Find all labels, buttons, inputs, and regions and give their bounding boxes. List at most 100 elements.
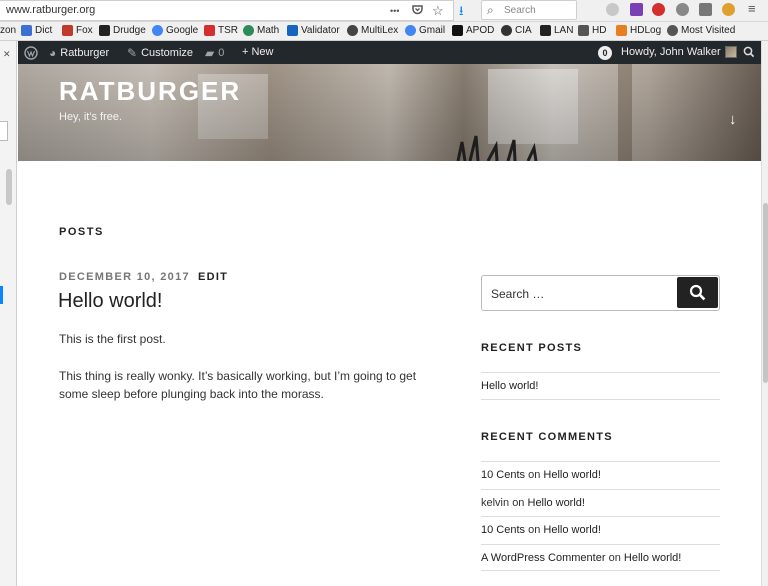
url-text[interactable]: www.ratburger.org [6, 4, 95, 16]
close-icon[interactable]: ✕ [3, 49, 11, 60]
admin-customize-link[interactable]: ✎ Customize [127, 46, 193, 60]
recent-post-link[interactable]: Hello world! [481, 380, 538, 392]
bookmark-item[interactable]: Gmail [405, 25, 445, 36]
bookmark-item[interactable]: MultiLex [347, 25, 398, 36]
post-meta: DECEMBER 10, 2017 EDIT [59, 271, 228, 283]
bookmark-item[interactable]: LAN [540, 25, 573, 36]
bookmark-item[interactable]: HDLog [616, 25, 661, 36]
admin-search-icon[interactable] [743, 46, 755, 58]
site-tagline: Hey, it's free. [59, 111, 123, 123]
recent-posts-list: Hello world! [481, 372, 720, 400]
comment-post-link[interactable]: Hello world! [543, 524, 600, 536]
drudge-favicon-icon [99, 25, 110, 36]
arrow-down-icon[interactable]: ↓ [729, 111, 737, 128]
bookmark-item[interactable]: Math [243, 25, 279, 36]
extension-gear-icon[interactable] [676, 3, 689, 16]
bookmark-item[interactable]: Most Visited [667, 25, 735, 36]
comment-bubble-icon: ▰ [205, 46, 215, 60]
bookmark-item[interactable]: Google [152, 25, 198, 36]
comment-on-text: on [528, 524, 541, 536]
sidebar-toggle-icon[interactable] [699, 3, 712, 16]
pocket-icon[interactable] [411, 3, 424, 19]
comment-post-link[interactable]: Hello world! [528, 497, 585, 509]
gmail-favicon-icon [405, 25, 416, 36]
dashboard-icon: ◕ [49, 46, 57, 60]
page-title: POSTS [59, 226, 104, 238]
admin-account-link[interactable]: Howdy, John Walker [621, 46, 737, 58]
bookmark-item[interactable]: zon [0, 25, 16, 36]
admin-new-label: + New [242, 46, 274, 58]
plant-silhouette [456, 135, 538, 161]
admin-customize-label: Customize [141, 47, 194, 59]
recent-posts-heading: RECENT POSTS [481, 342, 583, 354]
download-icon[interactable]: ⭳ [459, 2, 464, 24]
post-paragraph: This thing is really wonky. It’s basical… [59, 369, 417, 401]
bookmark-item[interactable]: TSR [204, 25, 238, 36]
math-favicon-icon [243, 25, 254, 36]
search-submit-button[interactable] [677, 277, 718, 308]
post-paragraph: This is the first post. [59, 332, 166, 346]
post-title[interactable]: Hello world! [58, 290, 162, 313]
extension-face-icon[interactable] [722, 3, 735, 16]
bookmark-item[interactable]: Drudge [99, 25, 146, 36]
browser-search-placeholder: Search [504, 5, 536, 16]
extension-purple-icon[interactable] [630, 3, 643, 16]
adblock-icon[interactable] [652, 3, 665, 16]
extension-grey-icon[interactable] [606, 3, 619, 16]
wordpress-logo-icon[interactable] [24, 46, 38, 60]
list-item: kelvin on Hello world! [481, 488, 720, 517]
search-icon [689, 284, 706, 301]
admin-site-label: Ratburger [60, 47, 110, 59]
browser-toolbar: www.ratburger.org ••• ☆ ⭳ ⌕ Search ≡ [0, 0, 768, 22]
sidebar-scrollbar[interactable] [6, 169, 12, 205]
multilex-favicon-icon [347, 25, 358, 36]
wp-admin-bar: ◕ Ratburger ✎ Customize ▰ 0 + New 0 Howd… [18, 41, 761, 64]
bookmark-item[interactable]: CIA [501, 25, 532, 36]
recent-comments-heading: RECENT COMMENTS [481, 431, 613, 443]
admin-updates-link[interactable]: 0 [598, 46, 612, 60]
sidebar-input[interactable] [0, 121, 8, 141]
address-bar[interactable]: www.ratburger.org ••• ☆ [0, 0, 454, 21]
bookmark-item[interactable]: HD [578, 25, 606, 36]
comment-post-link[interactable]: Hello world! [624, 552, 681, 564]
list-item: 10 Cents on Hello world! [481, 461, 720, 489]
comment-author[interactable]: A WordPress Commenter [481, 552, 606, 564]
comment-post-link[interactable]: Hello world! [543, 469, 600, 481]
admin-site-link[interactable]: ◕ Ratburger [49, 46, 109, 60]
hd-favicon-icon [578, 25, 589, 36]
page-scrollbar[interactable] [761, 41, 768, 586]
menu-icon[interactable]: ≡ [748, 1, 756, 16]
scrollbar-thumb[interactable] [763, 203, 768, 383]
updates-count-badge: 0 [598, 46, 612, 60]
comment-on-text: on [608, 551, 621, 564]
web-page: ◕ Ratburger ✎ Customize ▰ 0 + New 0 Howd… [18, 41, 761, 586]
bookmark-item[interactable]: Dict [21, 25, 52, 36]
bookmark-star-icon[interactable]: ☆ [432, 3, 444, 19]
dict-favicon-icon [21, 25, 32, 36]
page-actions-icon[interactable]: ••• [390, 6, 399, 16]
site-header: RATBURGER Hey, it's free. ↓ [18, 64, 761, 161]
admin-new-link[interactable]: + New [242, 46, 274, 58]
list-item: A WordPress Commenter on Hello world! [481, 543, 720, 571]
bookmark-item[interactable]: Validator [287, 25, 340, 36]
bookmarks-toolbar: zon Dict Fox Drudge Google TSR Math Vali… [0, 22, 768, 41]
w3-favicon-icon [287, 25, 298, 36]
bookmark-item[interactable]: Fox [62, 25, 93, 36]
browser-sidebar: ✕ [0, 41, 17, 586]
sidebar-selection-marker [0, 286, 3, 304]
post-date[interactable]: DECEMBER 10, 2017 [59, 271, 190, 283]
site-title[interactable]: RATBURGER [59, 76, 241, 107]
comment-on-text: on [512, 496, 525, 509]
cia-favicon-icon [501, 25, 512, 36]
avatar [724, 46, 737, 58]
comment-author[interactable]: 10 Cents [481, 469, 525, 481]
admin-comments-link[interactable]: ▰ 0 [205, 46, 224, 60]
gear-icon [667, 25, 678, 36]
tsr-favicon-icon [204, 25, 215, 36]
comment-author: kelvin [481, 496, 510, 509]
comment-author[interactable]: 10 Cents [481, 524, 525, 536]
hdlog-favicon-icon [616, 25, 627, 36]
browser-search-box[interactable]: ⌕ Search [481, 0, 577, 20]
edit-link[interactable]: EDIT [198, 271, 228, 283]
bookmark-item[interactable]: APOD [452, 25, 494, 36]
